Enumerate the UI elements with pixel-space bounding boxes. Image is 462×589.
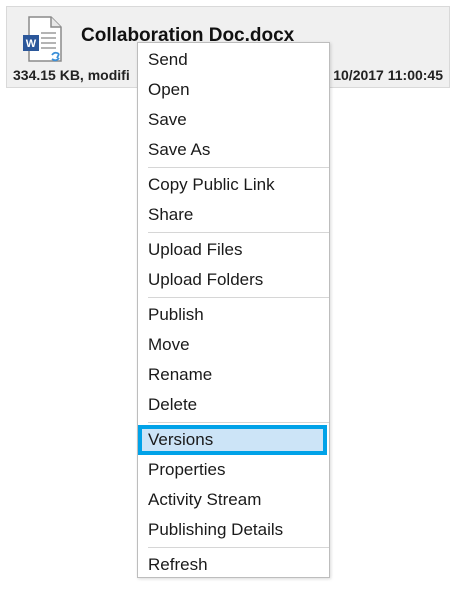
menu-item-move[interactable]: Move xyxy=(138,330,329,360)
word-doc-shared-icon: W xyxy=(23,16,62,62)
menu-item-publishing-details[interactable]: Publishing Details xyxy=(138,515,329,545)
menu-item-upload-files[interactable]: Upload Files xyxy=(138,235,329,265)
menu-item-versions[interactable]: Versions xyxy=(138,425,327,455)
menu-item-activity-stream[interactable]: Activity Stream xyxy=(138,485,329,515)
menu-group: Send Open Save Save As xyxy=(148,43,329,167)
menu-item-upload-folders[interactable]: Upload Folders xyxy=(138,265,329,295)
context-menu: Send Open Save Save As Copy Public Link Share… xyxy=(137,42,330,578)
menu-group: Upload Files Upload Folders xyxy=(148,232,329,297)
menu-item-save[interactable]: Save xyxy=(138,105,329,135)
menu-item-open[interactable]: Open xyxy=(138,75,329,105)
menu-group: Versions Properties Activity Stream Publish… xyxy=(138,422,329,547)
menu-item-publish[interactable]: Publish xyxy=(138,300,329,330)
menu-item-properties[interactable]: Properties xyxy=(138,455,329,485)
file-meta-size: 334.15 KB, modifi xyxy=(13,67,130,83)
menu-item-refresh[interactable]: Refresh xyxy=(138,550,329,580)
menu-group: Publish Move Rename Delete xyxy=(148,297,329,422)
menu-item-delete[interactable]: Delete xyxy=(138,390,329,420)
menu-group: Refresh xyxy=(148,547,329,582)
file-meta-date: 10/2017 11:00:45 xyxy=(333,67,443,83)
menu-item-copy-public-link[interactable]: Copy Public Link xyxy=(138,170,329,200)
stage: W Collaboration Doc.docx 334.15 KB, modi… xyxy=(0,0,462,589)
menu-item-share[interactable]: Share xyxy=(138,200,329,230)
svg-text:W: W xyxy=(26,38,37,50)
menu-item-save-as[interactable]: Save As xyxy=(138,135,329,165)
menu-item-send[interactable]: Send xyxy=(138,45,329,75)
menu-group: Copy Public Link Share xyxy=(148,167,329,232)
menu-item-rename[interactable]: Rename xyxy=(138,360,329,390)
